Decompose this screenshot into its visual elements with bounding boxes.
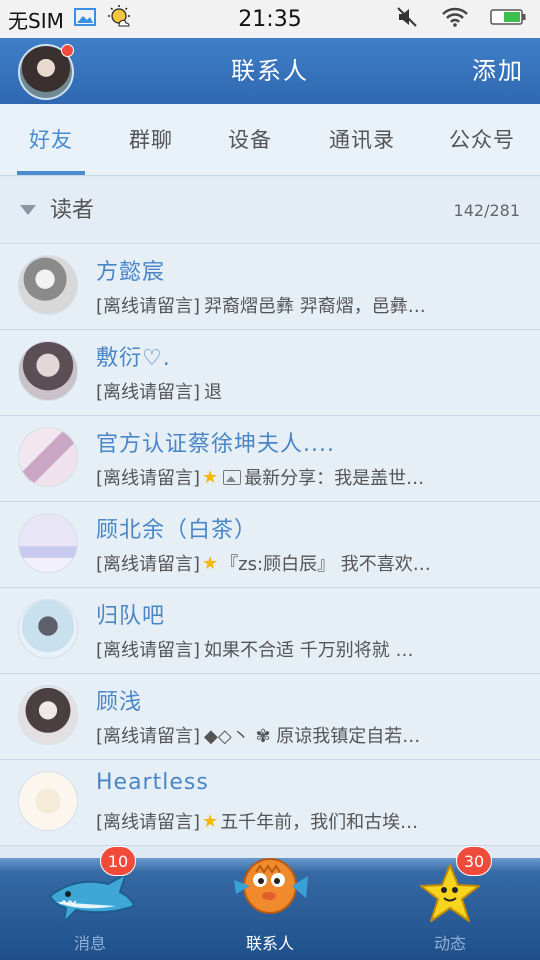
nav-contacts[interactable]: 联系人 — [180, 858, 360, 960]
contact-name: 顾浅 — [96, 690, 143, 715]
contact-message: 退 — [204, 382, 223, 403]
avatar — [18, 341, 78, 401]
star-icon: ★ — [202, 810, 219, 832]
contact-status: [离线请留言] — [96, 382, 201, 403]
tab-official-accounts[interactable]: 公众号 — [424, 104, 540, 176]
weather-icon — [106, 4, 132, 34]
expand-arrow-icon — [20, 205, 36, 215]
contact-status: [离线请留言] — [96, 554, 201, 575]
contact-row[interactable]: 官方认证蔡徐坤夫人.... [离线请留言] ★ 最新分享：我是盖世… — [0, 416, 540, 502]
contact-name: 敷衍♡. — [96, 346, 171, 371]
messages-badge: 10 — [100, 846, 136, 876]
contact-row[interactable]: 方懿宸 [离线请留言] 羿裔熠邑彝 羿裔熠，邑彝… — [0, 244, 540, 330]
avatar — [18, 599, 78, 659]
avatar — [18, 771, 78, 831]
contact-tabs: 好友 群聊 设备 通讯录 公众号 — [0, 104, 540, 176]
contact-message: 五千年前，我们和古埃… — [220, 812, 419, 833]
contact-name: 方懿宸 — [96, 260, 166, 285]
page-title: 联系人 — [231, 57, 309, 85]
contact-message: ◆◇丶 ✾ 原谅我镇定自若… — [204, 726, 421, 747]
contact-row[interactable]: 归队吧 [离线请留言] 如果不合适 千万别将就 … — [0, 588, 540, 674]
tab-address-book[interactable]: 通讯录 — [300, 104, 424, 176]
contact-name: Heartless — [96, 770, 209, 795]
contact-status: [离线请留言] — [96, 468, 201, 489]
contact-status: [离线请留言] — [96, 296, 201, 317]
tab-friends[interactable]: 好友 — [0, 104, 102, 176]
tab-groups[interactable]: 群聊 — [102, 104, 200, 176]
contact-name: 归队吧 — [96, 604, 166, 629]
contact-list: 方懿宸 [离线请留言] 羿裔熠邑彝 羿裔熠，邑彝… 敷衍♡. [离线请留言] 退… — [0, 244, 540, 846]
star-icon: ★ — [202, 466, 219, 488]
contact-row[interactable]: 顾北余（白茶） [离线请留言] ★ 『zs:顾白辰』 我不喜欢… — [0, 502, 540, 588]
status-bar: 无SIM 21:35 — [0, 0, 540, 38]
bottom-nav: 10 消息 联系人 30 动态 — [0, 846, 540, 960]
gallery-icon — [73, 8, 96, 30]
avatar — [18, 685, 78, 745]
notification-dot — [61, 44, 74, 57]
active-tab-indicator — [17, 171, 85, 175]
contact-message: 最新分享：我是盖世… — [244, 468, 425, 489]
group-header[interactable]: 读者 142/281 — [0, 177, 540, 244]
nav-moments-label: 动态 — [433, 934, 466, 953]
wifi-icon — [442, 7, 468, 31]
carrier-label: 无SIM — [8, 8, 64, 33]
contact-row[interactable]: 敷衍♡. [离线请留言] 退 — [0, 330, 540, 416]
contact-status: [离线请留言] — [96, 726, 201, 747]
tab-devices[interactable]: 设备 — [200, 104, 300, 176]
contact-row[interactable]: Heartless [离线请留言] ★ 五千年前，我们和古埃… — [0, 760, 540, 846]
avatar — [18, 513, 78, 573]
nav-moments[interactable]: 30 动态 — [360, 846, 540, 960]
image-icon — [223, 469, 242, 485]
contact-message: 『zs:顾白辰』 我不喜欢… — [220, 554, 431, 575]
app-header: 联系人 添加 — [0, 38, 540, 104]
contact-message: 羿裔熠邑彝 羿裔熠，邑彝… — [204, 296, 426, 317]
star-icon: ★ — [202, 552, 219, 574]
moments-badge: 30 — [456, 846, 492, 876]
nav-messages-label: 消息 — [73, 934, 106, 953]
add-button[interactable]: 添加 — [472, 38, 524, 104]
shark-icon — [46, 866, 138, 932]
mute-icon — [396, 6, 420, 32]
contact-status: [离线请留言] — [96, 640, 201, 661]
contact-name: 官方认证蔡徐坤夫人.... — [96, 432, 335, 457]
fish-icon — [230, 846, 310, 930]
contact-message: 如果不合适 千万别将就 … — [204, 640, 414, 661]
battery-icon — [490, 8, 526, 30]
profile-avatar-button[interactable] — [18, 44, 74, 100]
nav-messages[interactable]: 10 消息 — [0, 846, 180, 960]
group-name: 读者 — [50, 198, 95, 223]
avatar — [18, 255, 78, 315]
contact-status: [离线请留言] — [96, 812, 201, 833]
nav-contacts-label: 联系人 — [245, 934, 294, 953]
contact-name: 顾北余（白茶） — [96, 518, 258, 543]
group-count: 142/281 — [453, 201, 520, 220]
avatar — [18, 427, 78, 487]
contact-row[interactable]: 顾浅 [离线请留言] ◆◇丶 ✾ 原谅我镇定自若… — [0, 674, 540, 760]
